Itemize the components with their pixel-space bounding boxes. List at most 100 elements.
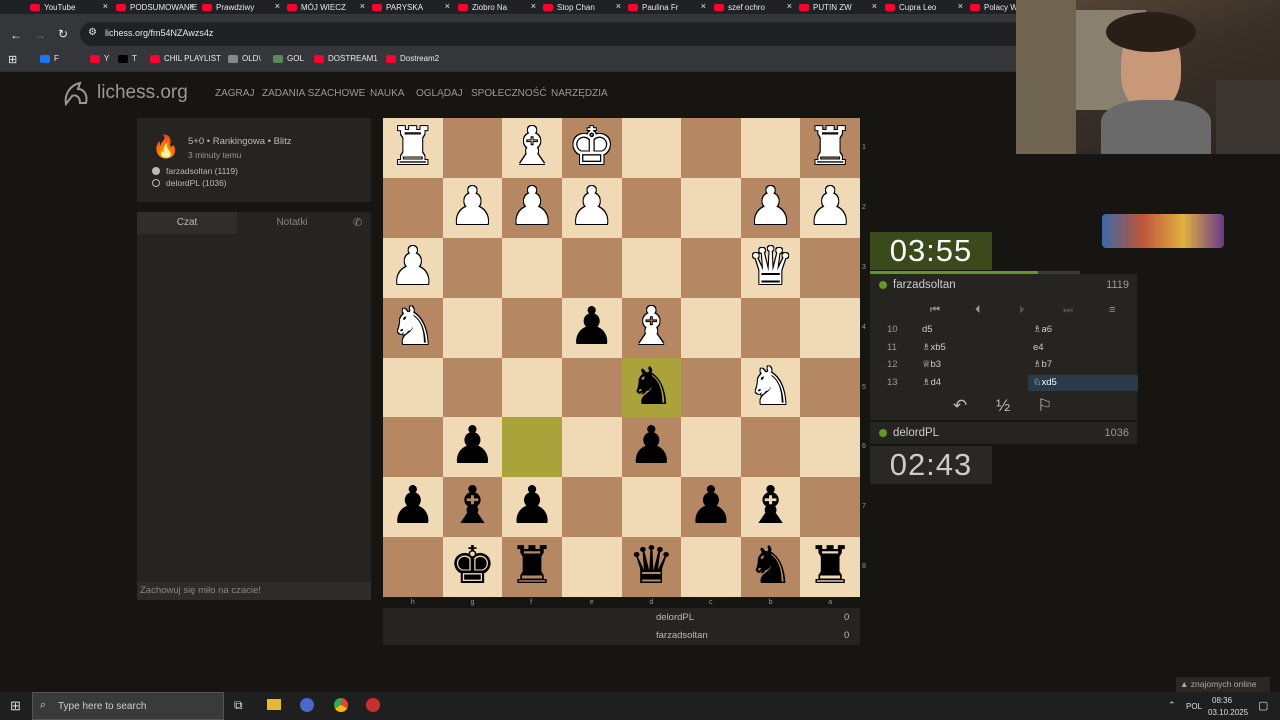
square-c4[interactable] [681,297,741,358]
bookmark-item[interactable]: Dostream2 [386,54,439,63]
white-king-icon[interactable]: ♚ [562,121,622,173]
close-tab-icon[interactable]: × [958,1,963,11]
close-tab-icon[interactable]: × [616,1,621,11]
black-pawn-icon[interactable]: ♟ [443,420,503,472]
bookmark-item[interactable]: OLD\ [228,54,261,63]
browser-tab[interactable]: PUTIN ZW × [799,0,881,14]
white-pawn-icon[interactable]: ♟ [383,241,443,293]
black-rook-icon[interactable]: ♜ [800,540,860,592]
anniversary-banner[interactable] [1102,214,1224,248]
phone-icon[interactable]: ✆ [353,216,362,229]
tab-chat[interactable]: Czat [137,212,237,234]
friends-online[interactable]: ▲ znajomych online [1176,677,1270,692]
square-g1[interactable] [442,118,503,178]
obs-icon[interactable] [366,698,380,712]
menu-icon[interactable]: ≡ [1109,304,1115,316]
square-d1[interactable] [621,118,682,178]
white-pawn-icon[interactable]: ♟ [562,181,622,233]
square-e8[interactable] [561,537,622,597]
player-top-name[interactable]: farzadsoltan [893,274,956,296]
white-knight-icon[interactable]: ♞ [741,361,801,413]
square-b6[interactable] [740,417,801,478]
square-f4[interactable] [502,297,562,358]
meta-white-player[interactable]: farzadsoltan (1119) [152,166,238,176]
bookmark-item[interactable]: F [40,54,59,63]
square-c3[interactable] [681,237,741,298]
chat-input[interactable]: Zachowuj się miło na czacie! [137,582,371,600]
white-queen-icon[interactable]: ♛ [741,241,801,293]
browser-tab[interactable]: Paulina Fr × [628,0,710,14]
lichess-logo-icon[interactable] [62,81,90,107]
white-pawn-icon[interactable]: ♟ [443,181,503,233]
black-king-icon[interactable]: ♚ [443,540,503,592]
black-queen-icon[interactable]: ♛ [622,540,682,592]
black-knight-icon[interactable]: ♞ [622,361,682,413]
takeback-icon[interactable]: ↶ [953,396,967,416]
chess-board[interactable]: ♜ ♝ ♚ ♜ ♟ ♟ ♟ ♟ ♟ ♟ ♛ ♞ ♟ ♝ ♞ ♞ ♟ ♟ ♟ ♝ ♟ ♟ ♝ ♚ ♜ ♛ ♞ ♜ [383,118,860,597]
close-tab-icon[interactable]: × [360,1,365,11]
close-tab-icon[interactable]: × [189,1,194,11]
white-bishop-icon[interactable]: ♝ [502,121,562,173]
black-pawn-icon[interactable]: ♟ [681,480,741,532]
file-explorer-icon[interactable] [267,699,281,710]
first-move-icon[interactable]: ⏮ [930,304,940,317]
browser-tab[interactable]: YouTube × [30,0,112,14]
move-black[interactable]: ♗b7 [1033,359,1052,370]
nav-play[interactable]: ZAGRAJ [215,88,254,99]
app-icon[interactable] [300,698,314,712]
black-pawn-icon[interactable]: ♟ [502,480,562,532]
back-icon[interactable]: ← [10,28,22,42]
move-white[interactable]: ♕b3 [922,359,941,370]
browser-tab[interactable]: Cupra Leo × [885,0,967,14]
browser-tab[interactable]: Prawdziwy × [202,0,284,14]
windows-start-icon[interactable]: ⊞ [10,698,21,714]
square-e6[interactable] [561,417,622,478]
square-h2[interactable] [383,177,443,238]
bookmark-item[interactable]: CHIL PLAYLIST [150,54,221,63]
close-tab-icon[interactable]: × [275,1,280,11]
apps-icon[interactable]: ⊞ [8,53,17,66]
square-g5[interactable] [442,357,503,418]
nav-puzzles[interactable]: ZADANIA SZACHOWE [262,88,365,99]
square-e7[interactable] [561,477,622,538]
tray-chevron-icon[interactable]: ⌃ [1168,700,1176,711]
square-d7[interactable] [621,477,682,538]
square-h5[interactable] [383,357,443,418]
nav-watch[interactable]: OGLĄDAJ [416,88,463,99]
square-a6[interactable] [800,417,860,478]
square-b4[interactable] [740,297,801,358]
move-black[interactable]: ♗a6 [1033,324,1052,335]
square-b1[interactable] [740,118,801,178]
white-bishop-icon[interactable]: ♝ [622,301,682,353]
square-c8[interactable] [681,537,741,597]
square-d3[interactable] [621,237,682,298]
nav-tools[interactable]: NARZĘDZIA [551,88,608,99]
move-black[interactable]: ♘xd5 [1033,377,1057,388]
black-pawn-icon[interactable]: ♟ [383,480,443,532]
close-tab-icon[interactable]: × [445,1,450,11]
square-h8[interactable] [383,537,443,597]
square-d2[interactable] [621,177,682,238]
browser-tab[interactable]: Stop Chan × [543,0,625,14]
reload-icon[interactable]: ↻ [58,27,68,41]
white-knight-icon[interactable]: ♞ [383,301,443,353]
black-pawn-icon[interactable]: ♟ [622,420,682,472]
square-c6[interactable] [681,417,741,478]
square-f3[interactable] [502,237,562,298]
bookmark-item[interactable]: T [118,54,137,63]
white-pawn-icon[interactable]: ♟ [741,181,801,233]
language-indicator[interactable]: POL [1186,702,1202,711]
square-c5[interactable] [681,357,741,418]
black-bishop-icon[interactable]: ♝ [741,480,801,532]
square-a4[interactable] [800,297,860,358]
forward-icon[interactable]: → [34,28,46,42]
black-knight-icon[interactable]: ♞ [741,540,801,592]
square-c2[interactable] [681,177,741,238]
white-rook-icon[interactable]: ♜ [383,121,443,173]
player-bottom[interactable]: delordPL 1036 [870,422,1137,444]
white-pawn-icon[interactable]: ♟ [800,181,860,233]
taskbar-date[interactable]: 03.10.2025 [1208,708,1248,717]
square-e3[interactable] [561,237,622,298]
browser-tab[interactable]: PODSUMOWANIE × [116,0,198,14]
player-top[interactable]: farzadsoltan 1119 [870,274,1137,296]
